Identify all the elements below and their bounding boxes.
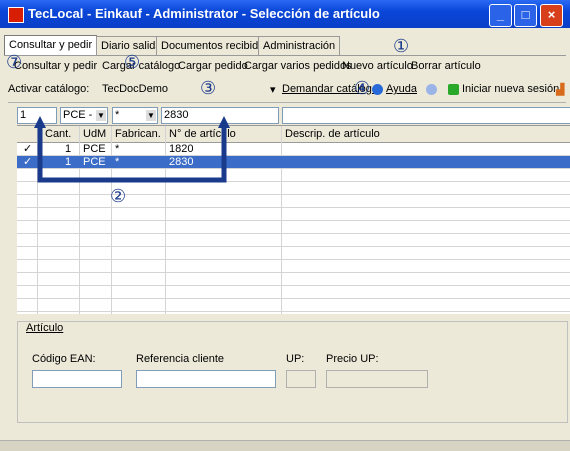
callout-4: ④ [354, 78, 371, 99]
title-bar: TecLocal - Einkauf - Administrator - Sel… [0, 0, 570, 28]
info-icon[interactable] [426, 83, 440, 95]
window-title: TecLocal - Einkauf - Administrator - Sel… [28, 6, 380, 21]
qty-input[interactable]: 1 [17, 107, 57, 124]
row-artno: 1820 [169, 143, 194, 155]
article-number-input[interactable]: 2830 [161, 107, 279, 124]
row-uom: PCE [83, 143, 106, 155]
maximize-button[interactable]: □ [514, 4, 537, 27]
chart-icon[interactable]: ▟ [556, 83, 564, 96]
cargar-pedido-button[interactable]: Cargar pedido [178, 60, 248, 72]
row-artno: 2830 [169, 156, 194, 168]
row-qty: 1 [65, 156, 72, 168]
callout-1: ① [393, 36, 410, 57]
activar-catalogo-label: Activar catálogo: [8, 83, 90, 95]
chevron-down-icon[interactable]: ▾ [270, 83, 276, 96]
row-mfr: * [115, 156, 120, 168]
minimize-button[interactable]: _ [489, 4, 512, 27]
row-qty: 1 [65, 143, 72, 155]
row-uom: PCE [83, 156, 106, 168]
precio-up-label: Precio UP: [326, 353, 379, 365]
col-descripcion[interactable]: Descrip. de artículo [285, 128, 380, 140]
row-mfr: * [115, 143, 120, 155]
consultar-pedir-button[interactable]: Consultar y pedir [14, 60, 97, 72]
callout-5: ⑤ [124, 52, 141, 73]
help-icon [372, 83, 383, 95]
article-grid[interactable]: Cant. UdM Fabrican. N° de artículo Descr… [17, 125, 570, 314]
separator [8, 102, 566, 103]
check-icon: ✓ [23, 143, 33, 155]
chevron-down-icon: ▼ [146, 110, 156, 121]
description-input[interactable] [282, 107, 570, 124]
tab-administracion[interactable]: Administración [258, 36, 341, 55]
status-bar [0, 440, 570, 451]
nuevo-articulo-button[interactable]: Nuevo artículo [342, 60, 413, 72]
callout-3: ③ [200, 78, 217, 99]
callout-2: ② [110, 186, 127, 207]
articulo-section-label: Artículo [26, 322, 64, 334]
ean-field[interactable] [32, 370, 122, 388]
col-numero-articulo[interactable]: N° de artículo [169, 128, 236, 140]
ayuda-label: Ayuda [386, 83, 417, 95]
power-icon [448, 83, 459, 95]
close-button[interactable]: × [540, 4, 563, 27]
ean-label: Código EAN: [32, 353, 96, 365]
up-field [286, 370, 316, 388]
callout-7: ⑦ [6, 52, 23, 73]
catalog-select[interactable]: TecDocDemo [102, 83, 168, 95]
tab-divider [4, 55, 566, 56]
up-label: UP: [286, 353, 305, 365]
app-icon [8, 7, 24, 23]
ayuda-button[interactable]: Ayuda [372, 83, 417, 95]
borrar-articulo-button[interactable]: Borrar artículo [411, 60, 481, 72]
article-panel: Artículo Código EAN: Referencia cliente … [17, 321, 568, 423]
cargar-catalogo-button[interactable]: Cargar catálogo [102, 60, 180, 72]
table-row[interactable]: ✓ 1 PCE * 2830 [17, 156, 570, 169]
col-fabricante[interactable]: Fabrican. [115, 128, 161, 140]
grid-header: Cant. UdM Fabrican. N° de artículo Descr… [17, 126, 570, 143]
referencia-cliente-field[interactable] [136, 370, 276, 388]
col-udm[interactable]: UdM [83, 128, 106, 140]
table-row[interactable]: ✓ 1 PCE * 1820 [17, 143, 570, 156]
chevron-down-icon: ▼ [96, 110, 106, 121]
manufacturer-value: * [115, 109, 120, 121]
check-icon: ✓ [23, 156, 33, 168]
precio-up-field [326, 370, 428, 388]
cargar-varios-pedidos-button[interactable]: Cargar varios pedidos [244, 60, 352, 72]
uom-select[interactable]: PCE - U ▼ [60, 107, 108, 124]
nueva-sesion-label: Iniciar nueva sesión [462, 83, 560, 95]
manufacturer-select[interactable]: * ▼ [112, 107, 158, 124]
col-cant[interactable]: Cant. [45, 128, 71, 140]
referencia-cliente-label: Referencia cliente [136, 353, 225, 365]
nueva-sesion-button[interactable]: Iniciar nueva sesión [448, 83, 559, 95]
